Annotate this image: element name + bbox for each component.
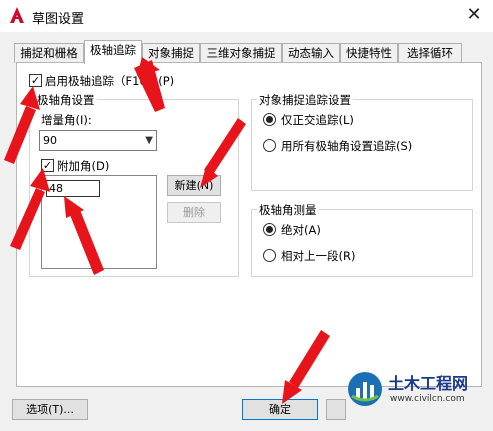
all-polar-settings-label: 用所有极轴角设置追踪(S) xyxy=(281,139,413,153)
polar-tracking-panel: ✓ 启用极轴追踪（F10）(P) 极轴角设置 增量角(I): 90 ▼ ✓ 附加… xyxy=(16,62,482,387)
tab-3d-object-snap[interactable]: 三维对象捕捉 xyxy=(200,43,282,63)
polar-angle-group-title: 极轴角设置 xyxy=(35,92,97,108)
watermark-logo-icon xyxy=(348,372,382,406)
all-polar-settings-radio[interactable] xyxy=(263,139,276,152)
options-button[interactable]: 选项(T)... xyxy=(12,399,88,420)
tab-snap-grid[interactable]: 捕捉和栅格 xyxy=(14,43,84,63)
enable-polar-label: 启用极轴追踪（F10）(P) xyxy=(45,74,175,88)
orthogonal-only-radio[interactable] xyxy=(263,113,276,126)
additional-angle-entry[interactable]: 48 xyxy=(46,180,100,197)
close-icon[interactable]: ✕ xyxy=(462,4,486,26)
new-angle-button[interactable]: 新建(N) xyxy=(167,175,221,196)
snap-tracking-group-title: 对象捕捉追踪设置 xyxy=(257,92,353,108)
ok-button[interactable]: 确定 xyxy=(242,399,318,420)
delete-angle-button[interactable]: 删除 xyxy=(167,202,221,223)
window-title: 草图设置 xyxy=(32,12,85,27)
increment-angle-value: 90 xyxy=(43,134,57,147)
additional-angles-list[interactable]: 48 xyxy=(41,175,157,269)
enable-polar-checkbox[interactable]: ✓ xyxy=(29,74,42,87)
watermark-title: 土木工程网 xyxy=(388,374,469,393)
orthogonal-only-label: 仅正交追踪(L) xyxy=(281,113,354,127)
tab-polar-tracking[interactable]: 极轴追踪 xyxy=(84,40,142,64)
increment-angle-label: 增量角(I): xyxy=(41,113,92,127)
absolute-radio[interactable] xyxy=(263,223,276,236)
tab-object-snap[interactable]: 对象捕捉 xyxy=(142,43,200,63)
relative-last-segment-radio[interactable] xyxy=(263,249,276,262)
additional-angles-label: 附加角(D) xyxy=(57,159,110,173)
absolute-label: 绝对(A) xyxy=(281,223,321,237)
polar-measure-group xyxy=(251,209,473,277)
title-bar: 草图设置 ✕ xyxy=(0,0,493,32)
polar-measure-group-title: 极轴角测量 xyxy=(257,202,319,218)
tab-quick-properties[interactable]: 快捷特性 xyxy=(340,43,398,63)
watermark: 土木工程网 www.civilcn.com xyxy=(342,364,490,414)
chevron-down-icon: ▼ xyxy=(145,135,153,146)
increment-angle-dropdown[interactable]: 90 ▼ xyxy=(39,130,157,151)
relative-last-segment-label: 相对上一段(R) xyxy=(281,249,356,263)
autocad-logo-icon xyxy=(10,7,24,23)
additional-angles-checkbox[interactable]: ✓ xyxy=(41,159,54,172)
watermark-url: www.civilcn.com xyxy=(390,394,465,404)
tab-dynamic-input[interactable]: 动态输入 xyxy=(282,43,340,63)
tab-selection-cycling[interactable]: 选择循环 xyxy=(398,43,462,63)
